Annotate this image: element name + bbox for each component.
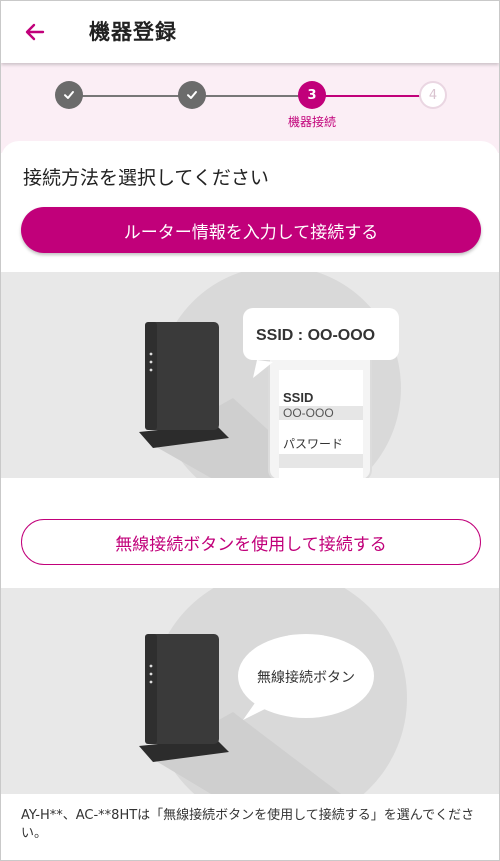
check-icon <box>187 91 197 99</box>
router-info-illustration: SSID OO-OOO パスワード SSID : OO-OOO <box>1 272 499 478</box>
phone-ssid-label: SSID <box>283 390 313 405</box>
back-button[interactable] <box>15 15 55 49</box>
current-step-label: 機器接続 <box>287 115 336 129</box>
router-wps-illustration: 無線接続ボタン <box>139 588 407 794</box>
step-4-future: 4 <box>419 81 447 109</box>
arrow-left-icon <box>25 23 45 41</box>
app-bar: 機器登録 <box>1 1 499 63</box>
wps-button-connect-button[interactable]: 無線接続ボタンを使用して接続する <box>21 519 481 565</box>
step-connector <box>81 95 179 97</box>
step-connector <box>325 95 421 97</box>
content-card: 接続方法を選択してください ルーター情報を入力して接続する SSID OO-OO… <box>1 141 499 860</box>
router-phone-illustration: SSID OO-OOO パスワード SSID : OO-OOO <box>139 272 401 478</box>
smartphone-icon: SSID OO-OOO パスワード <box>268 347 372 478</box>
model-footnote: AY-H**、AC-**8HTは「無線接続ボタンを使用して接続する」を選んでくだ… <box>21 808 475 841</box>
wps-illustration: 無線接続ボタン <box>1 588 499 794</box>
page-title: 機器登録 <box>89 20 177 44</box>
step-1-done <box>55 81 83 109</box>
phone-ssid-value: OO-OOO <box>283 406 334 420</box>
instruction-text: 接続方法を選択してください <box>23 167 269 189</box>
router-info-connect-button[interactable]: ルーター情報を入力して接続する <box>21 207 481 253</box>
check-icon <box>64 91 74 99</box>
wps-bubble-text: 無線接続ボタン <box>257 669 355 686</box>
step-3-current: 3 <box>298 81 326 109</box>
step-connector <box>205 95 299 97</box>
progress-stepper: 3 4 機器接続 <box>1 63 499 153</box>
router-icon <box>139 322 229 448</box>
app-screen: 機器登録 3 4 機器接続 接続方法を選択してください ルーター情報を入力して接… <box>0 0 500 861</box>
router-icon <box>139 634 229 762</box>
phone-password-label: パスワード <box>283 437 343 451</box>
step-2-done <box>178 81 206 109</box>
ssid-bubble-text: SSID : OO-OOO <box>256 327 375 344</box>
